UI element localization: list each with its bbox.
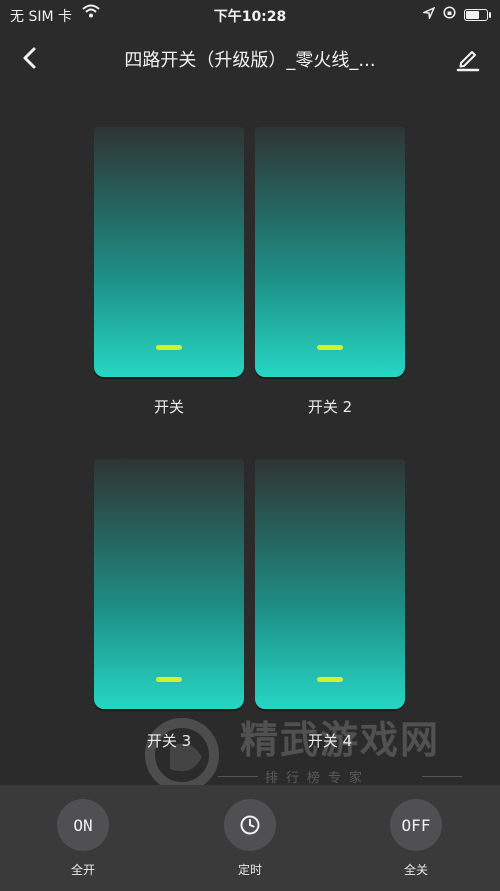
battery-icon [464, 8, 491, 21]
all-off-label: 全关 [403, 863, 428, 877]
switch-4-label: 开关 4 [307, 732, 353, 750]
off-icon: OFF [390, 799, 442, 851]
switch-3-button[interactable] [94, 459, 244, 709]
switch-2-label: 开关 2 [307, 398, 353, 416]
navigation-bar: 四路开关（升级版）_零火线_... [0, 32, 500, 84]
switch-4-button[interactable] [255, 459, 405, 709]
bottom-action-bar: ON 全开 定时 OFF 全关 [0, 785, 500, 891]
switch-2-indicator [317, 345, 343, 350]
switch-4-indicator [317, 677, 343, 682]
switch-3-indicator [156, 677, 182, 682]
edit-button[interactable] [452, 42, 484, 74]
status-bar: 无 SIM 卡 下午10:28 [0, 0, 500, 30]
switch-2-button[interactable] [255, 127, 405, 377]
timer-button[interactable]: 定时 [210, 799, 290, 878]
all-off-button[interactable]: OFF 全关 [376, 799, 456, 878]
switch-3-label: 开关 3 [146, 732, 192, 750]
pencil-icon [456, 51, 480, 72]
clock-icon [224, 799, 276, 851]
switch-1-label: 开关 [153, 398, 184, 416]
watermark-logo-icon [145, 718, 219, 792]
chevron-left-icon [23, 47, 36, 69]
on-icon: ON [57, 799, 109, 851]
location-icon [421, 6, 436, 23]
switch-1-button[interactable] [94, 127, 244, 377]
timer-label: 定时 [237, 863, 262, 877]
orientation-lock-icon [443, 6, 456, 23]
watermark-subtitle: 排行榜专家 [265, 771, 371, 786]
all-on-label: 全开 [70, 863, 95, 877]
page-title: 四路开关（升级版）_零火线_... [124, 50, 376, 71]
all-on-button[interactable]: ON 全开 [43, 799, 123, 878]
back-button[interactable] [14, 42, 46, 74]
switch-1-indicator [156, 345, 182, 350]
